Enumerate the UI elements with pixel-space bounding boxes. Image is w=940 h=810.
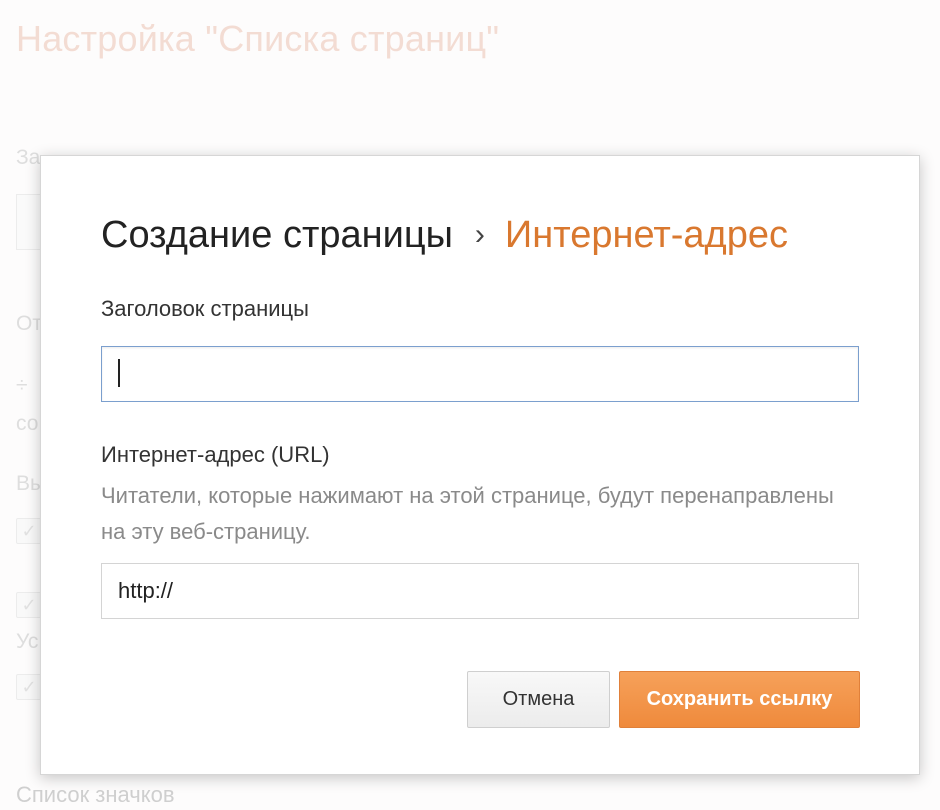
- background-label-5: Ус: [16, 630, 39, 653]
- heading-next-step: Интернет-адрес: [504, 214, 788, 256]
- background-label-2: От: [16, 312, 42, 335]
- background-checkbox-1: ✓: [16, 518, 42, 544]
- background-page-title: Настройка "Списка страниц": [16, 18, 500, 59]
- url-value: http://: [118, 578, 174, 603]
- background-label-1: За: [16, 146, 41, 169]
- cancel-button[interactable]: Отмена: [467, 671, 610, 728]
- save-link-button[interactable]: Сохранить ссылку: [619, 671, 860, 728]
- background-checkbox-2: ✓: [16, 592, 42, 618]
- url-label: Интернет-адрес (URL): [101, 442, 330, 467]
- background-label-3: со: [16, 412, 39, 435]
- check-icon: ✓: [21, 677, 37, 697]
- text-caret: [118, 359, 120, 388]
- page-title-input[interactable]: [101, 346, 859, 402]
- background-divide-icon: ÷: [16, 374, 28, 397]
- check-icon: ✓: [21, 521, 37, 541]
- dialog-heading: Создание страницы › Интернет-адрес: [101, 212, 788, 261]
- background-icons-list-label: Список значков: [16, 782, 175, 807]
- background-checkbox-3: ✓: [16, 674, 42, 700]
- create-page-dialog: Создание страницы › Интернет-адрес Заголов…: [40, 155, 920, 775]
- chevron-right-icon: ›: [474, 218, 485, 251]
- heading-current-step: Создание страницы: [101, 214, 453, 256]
- check-icon: ✓: [21, 595, 37, 615]
- url-input[interactable]: http://: [101, 563, 859, 619]
- page-title-label: Заголовок страницы: [101, 296, 309, 321]
- url-help-text: Читатели, которые нажимают на этой стран…: [101, 483, 834, 544]
